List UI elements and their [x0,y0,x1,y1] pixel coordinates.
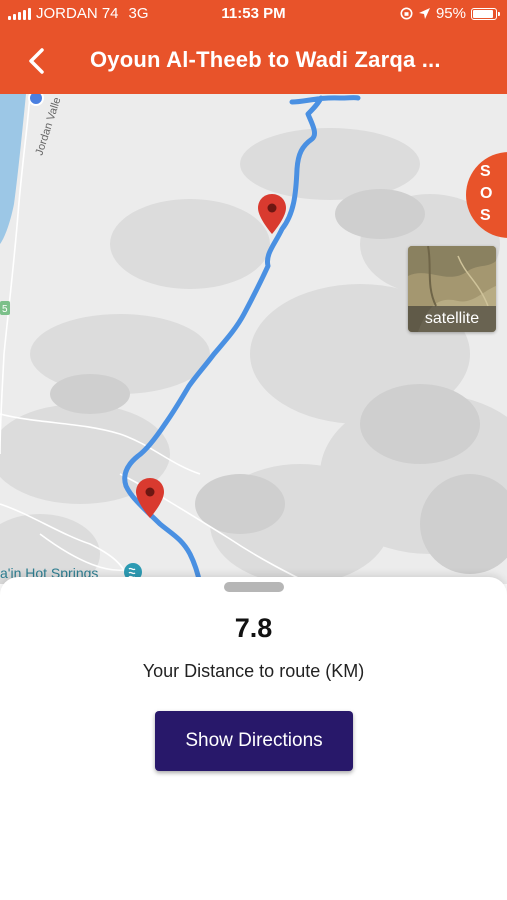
nav-bar: Oyoun Al-Theeb to Wadi Zarqa ... [0,28,507,94]
map-view[interactable]: Jordan Valle 5 a'in Hot Springs [0,94,507,584]
show-directions-button[interactable]: Show Directions [155,711,353,771]
page-title: Oyoun Al-Theeb to Wadi Zarqa ... [90,47,441,72]
distance-label: Your Distance to route (KM) [142,661,365,681]
sheet-drag-handle[interactable] [224,582,284,592]
current-location-icon [28,94,44,106]
battery-icon [471,7,500,20]
status-bar: JORDAN 74 3G 11:53 PM 95% [0,0,507,28]
route-shield-number: 5 [2,304,8,315]
map-canvas: Jordan Valle 5 a'in Hot Springs [0,94,507,584]
satellite-label: satellite [408,306,496,332]
battery-percent: 95% [435,5,466,22]
chevron-left-icon [29,48,44,74]
back-button[interactable] [20,41,56,81]
bottom-sheet: 7.8 Your Distance to route (KM) Show Dir… [0,577,507,900]
location-arrow-icon [418,8,430,19]
distance-value: 7.8 [234,613,273,643]
sos-letter-2: O [480,185,495,202]
sos-letter-3: S [480,207,493,224]
sos-letter-1: S [480,163,493,180]
satellite-toggle-button[interactable]: satellite [408,246,496,332]
orientation-lock-icon [400,7,413,20]
status-right: 95% [400,5,500,22]
